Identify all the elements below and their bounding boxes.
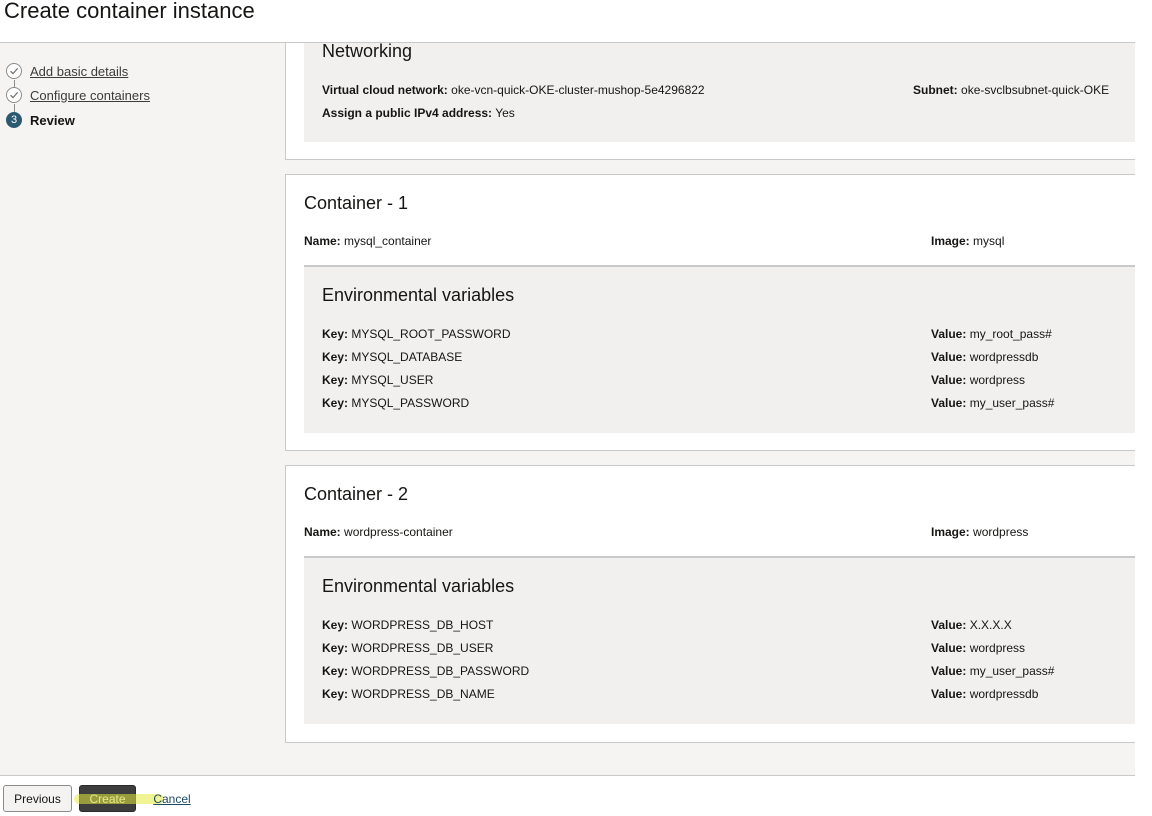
step-label[interactable]: Add basic details [30, 64, 128, 79]
env-value: Value: wordpressdb [931, 350, 1039, 364]
env-vars-heading: Environmental variables [322, 285, 515, 305]
env-vars-heading: Environmental variables [322, 576, 515, 596]
env-value: Value: my_user_pass# [931, 664, 1055, 678]
review-content: Networking Virtual cloud network: oke-vc… [285, 43, 1135, 775]
env-vars-panel: Environmental variables Key: MYSQL_ROOT_… [304, 265, 1135, 433]
container-heading: Container - 1 [304, 193, 409, 213]
env-value: Value: X.X.X.X [931, 618, 1012, 632]
subnet-field: Subnet: oke-svclbsubnet-quick-OKE [913, 83, 1110, 97]
vcn-field: Virtual cloud network: oke-vcn-quick-OKE… [322, 83, 705, 97]
public-ip-field: Assign a public IPv4 address: Yes [322, 106, 515, 120]
env-key: Key: MYSQL_PASSWORD [322, 396, 470, 410]
container-image-field: Image: wordpress [931, 525, 1029, 539]
vcn-value: oke-vcn-quick-OKE-cluster-mushop-5e42968… [451, 83, 705, 97]
create-button-label: Create [89, 791, 126, 806]
env-value: Value: wordpress [931, 373, 1026, 387]
step-label[interactable]: Configure containers [30, 88, 150, 103]
container-card-2: Container - 2 Name: wordpress-container … [285, 465, 1135, 743]
env-value: Value: wordpress [931, 641, 1026, 655]
create-button[interactable]: Create [74, 785, 164, 812]
step-connector [14, 104, 15, 112]
container-card-1: Container - 1 Name: mysql_container Imag… [285, 174, 1135, 451]
step-review: 3 Review [6, 112, 75, 128]
public-ip-value: Yes [495, 106, 515, 120]
container-heading: Container - 2 [304, 484, 409, 504]
env-key: Key: WORDPRESS_DB_PASSWORD [322, 664, 530, 678]
section-heading: Networking [322, 43, 413, 61]
step-configure-containers[interactable]: Configure containers [6, 87, 150, 103]
footer-divider [0, 775, 1135, 776]
container-image-field: Image: mysql [931, 234, 1005, 248]
cancel-link[interactable]: Cancel [150, 785, 194, 812]
env-value: Value: wordpressdb [931, 687, 1039, 701]
networking-card: Networking Virtual cloud network: oke-vc… [285, 43, 1135, 160]
check-circle-icon [6, 63, 22, 79]
networking-panel: Networking Virtual cloud network: oke-vc… [304, 43, 1135, 142]
page-title: Create container instance [4, 0, 255, 23]
step-number-badge: 3 [6, 112, 22, 128]
container-name-field: Name: wordpress-container [304, 525, 453, 539]
env-key: Key: WORDPRESS_DB_NAME [322, 687, 495, 701]
env-key: Key: WORDPRESS_DB_HOST [322, 618, 494, 632]
step-label: Review [30, 112, 75, 128]
env-value: Value: my_user_pass# [931, 396, 1055, 410]
step-add-basic-details[interactable]: Add basic details [6, 63, 128, 79]
env-key: Key: MYSQL_USER [322, 373, 434, 387]
container-name-field: Name: mysql_container [304, 234, 432, 248]
subnet-value: oke-svclbsubnet-quick-OKE [961, 83, 1110, 97]
env-value: Value: my_root_pass# [931, 327, 1052, 341]
previous-button[interactable]: Previous [3, 785, 72, 812]
env-key: Key: MYSQL_DATABASE [322, 350, 463, 364]
env-vars-panel: Environmental variables Key: WORDPRESS_D… [304, 556, 1135, 724]
wizard-sidebar: Add basic details Configure containers 3… [0, 43, 285, 775]
env-key: Key: MYSQL_ROOT_PASSWORD [322, 327, 511, 341]
env-key: Key: WORDPRESS_DB_USER [322, 641, 494, 655]
check-circle-icon [6, 87, 22, 103]
